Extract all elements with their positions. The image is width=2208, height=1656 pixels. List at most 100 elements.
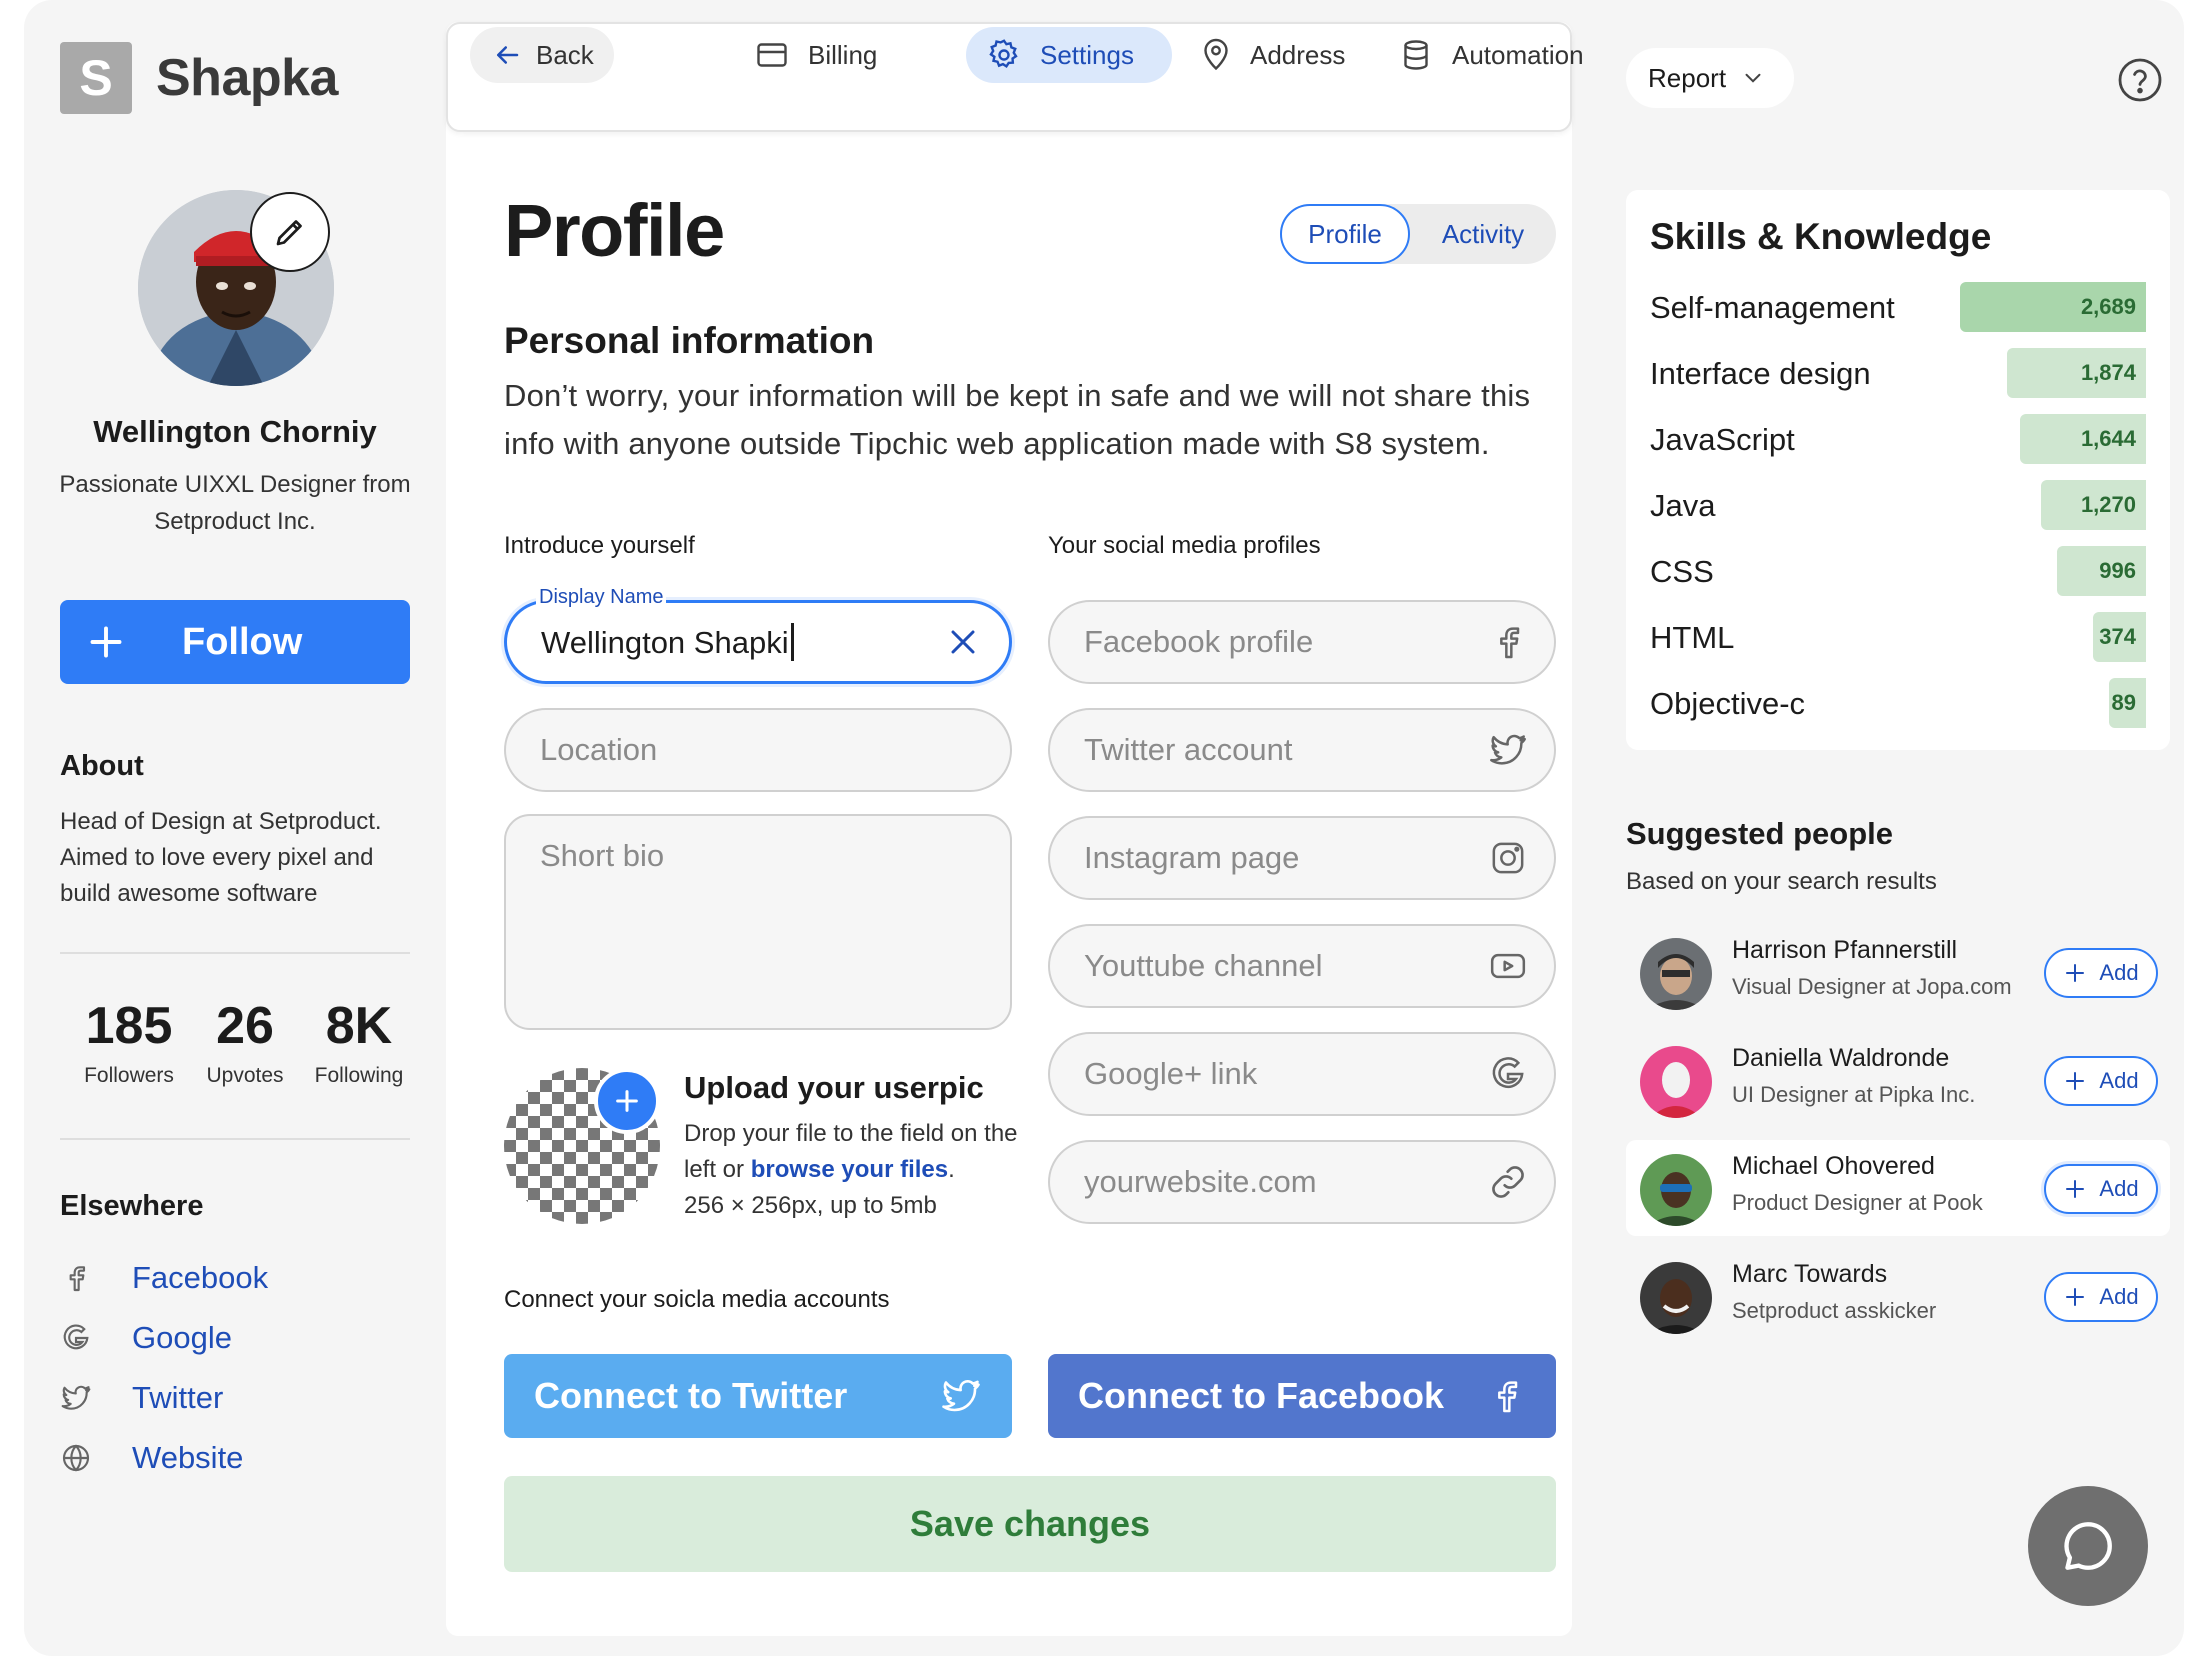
follow-button[interactable]: Follow: [60, 600, 410, 684]
website-input[interactable]: yourwebsite.com: [1048, 1140, 1556, 1224]
stat-following[interactable]: 8K Following: [294, 996, 424, 1088]
upload-description: Drop your file to the field on the left …: [684, 1120, 1018, 1219]
person-avatar: [1640, 1262, 1712, 1334]
elsewhere-label: Google: [132, 1320, 232, 1355]
add-person-button[interactable]: Add: [2044, 948, 2158, 998]
back-button[interactable]: Back: [470, 27, 614, 83]
report-dropdown[interactable]: Report: [1626, 48, 1794, 108]
plus-icon: [2066, 964, 2085, 982]
add-label: Add: [2099, 1068, 2139, 1093]
instagram-page-input[interactable]: Instagram page: [1048, 816, 1556, 900]
skills-card: [1626, 190, 2170, 750]
google-icon: [63, 1324, 89, 1350]
divider: [60, 952, 410, 954]
connect-twitter-label: Connect to Twitter: [534, 1375, 848, 1416]
connect-facebook-button[interactable]: Connect to Facebook: [1048, 1354, 1556, 1438]
person-name[interactable]: Marc Towards: [1732, 1260, 1887, 1289]
nav-label: Settings: [1040, 39, 1134, 70]
short-bio-placeholder: Short bio: [540, 838, 665, 873]
add-person-button[interactable]: Add: [2044, 1272, 2158, 1322]
skill-row: HTML 374: [1650, 612, 2146, 662]
elsewhere-website-link[interactable]: Website: [60, 1438, 243, 1478]
person-name[interactable]: Harrison Pfannerstill: [1732, 936, 1957, 965]
stat-label: Following: [314, 1064, 404, 1087]
elsewhere-facebook-link[interactable]: Facebook: [60, 1258, 268, 1298]
twitter-icon: [942, 1379, 980, 1412]
nav-billing[interactable]: Billing: [740, 27, 891, 83]
card-icon: [757, 43, 787, 67]
help-icon[interactable]: [2116, 56, 2164, 104]
skill-name: JavaScript: [1650, 422, 1795, 457]
divider: [60, 1138, 410, 1140]
link-icon: [1492, 1166, 1524, 1198]
clear-icon[interactable]: [943, 622, 983, 662]
skill-name: Objective-c: [1650, 686, 1806, 721]
save-changes-button[interactable]: Save changes: [504, 1476, 1556, 1572]
field-placeholder: Google+ link: [1084, 1056, 1258, 1091]
add-person-button[interactable]: Add: [2044, 1056, 2158, 1106]
skills-heading: Skills & Knowledge: [1650, 216, 1992, 257]
display-name-value: Wellington Shapki: [541, 623, 943, 661]
plus-icon: [2066, 1180, 2085, 1198]
chat-button[interactable]: [2028, 1486, 2148, 1606]
pencil-icon: [276, 220, 302, 246]
stat-value: 185: [85, 997, 173, 1055]
facebook-icon: [69, 1266, 86, 1292]
connect-twitter-button[interactable]: Connect to Twitter: [504, 1354, 1012, 1438]
youtube-channel-input[interactable]: Youttube channel: [1048, 924, 1556, 1008]
location-input[interactable]: Location: [504, 708, 1012, 792]
personal-info-heading: Personal information: [504, 320, 875, 361]
field-placeholder: Youttube channel: [1084, 948, 1323, 983]
stat-label: Upvotes: [206, 1064, 284, 1087]
skill-value: 1,644: [2080, 426, 2136, 451]
tab-activity[interactable]: Activity: [1410, 204, 1556, 264]
chat-bubble-icon: [2064, 1522, 2112, 1570]
plus-icon: [2066, 1288, 2085, 1306]
skill-row: Objective-c 89: [1650, 678, 2146, 728]
browse-files-link[interactable]: browse your files: [751, 1156, 948, 1183]
suggested-person: Marc Towards Setproduct asskicker Add: [1626, 1248, 2170, 1344]
short-bio-textarea[interactable]: Short bio: [504, 814, 1012, 1030]
person-name[interactable]: Daniella Waldronde: [1732, 1044, 1949, 1073]
nav-label: Address: [1250, 39, 1346, 70]
arrow-left-icon: [497, 46, 519, 64]
add-label: Add: [2099, 1284, 2139, 1309]
nav-address[interactable]: Address: [1188, 27, 1355, 83]
introduce-label: Introduce yourself: [504, 532, 695, 559]
nav-settings[interactable]: Settings: [966, 27, 1172, 83]
add-userpic-button[interactable]: [594, 1068, 660, 1134]
globe-icon: [62, 1444, 90, 1472]
tab-profile[interactable]: Profile: [1280, 204, 1410, 264]
youtube-icon: [1490, 953, 1526, 979]
stat-value: 8K: [325, 997, 393, 1055]
social-profiles-label: Your social media profiles: [1048, 532, 1321, 559]
skill-name: HTML: [1650, 620, 1735, 655]
person-role: Setproduct asskicker: [1732, 1298, 1937, 1323]
app-window: S Shapka Wellington Chorniy Passionate U…: [24, 0, 2184, 1656]
stat-upvotes[interactable]: 26 Upvotes: [180, 996, 310, 1088]
follow-label: Follow: [182, 620, 303, 663]
edit-avatar-button[interactable]: [250, 192, 330, 272]
person-role: Product Designer at Pook: [1732, 1190, 1983, 1215]
facebook-profile-input[interactable]: Facebook profile: [1048, 600, 1556, 684]
skill-value: 1,270: [2080, 492, 2136, 517]
stat-followers[interactable]: 185 Followers: [64, 996, 194, 1088]
twitter-icon: [61, 1385, 91, 1410]
google-plus-input[interactable]: Google+ link: [1048, 1032, 1556, 1116]
add-person-button[interactable]: Add: [2044, 1164, 2158, 1214]
person-name[interactable]: Michael Ohovered: [1732, 1152, 1935, 1181]
elsewhere-heading: Elsewhere: [60, 1190, 204, 1222]
suggested-person: Daniella Waldronde UI Designer at Pipka …: [1626, 1032, 2170, 1128]
upload-title: Upload your userpic: [684, 1070, 984, 1105]
skill-name: CSS: [1650, 554, 1714, 589]
facebook-icon: [1500, 627, 1520, 659]
display-name-field[interactable]: Wellington Shapki: [504, 600, 1012, 684]
app-logo[interactable]: S: [60, 42, 132, 114]
nav-automation[interactable]: Automation: [1388, 27, 1594, 83]
elsewhere-twitter-link[interactable]: Twitter: [60, 1378, 223, 1418]
skill-row: Self-management 2,689: [1650, 282, 2146, 332]
page-title: Profile: [504, 189, 725, 272]
twitter-account-input[interactable]: Twitter account: [1048, 708, 1556, 792]
person-role: UI Designer at Pipka Inc.: [1732, 1082, 1976, 1107]
elsewhere-google-link[interactable]: Google: [60, 1318, 232, 1358]
